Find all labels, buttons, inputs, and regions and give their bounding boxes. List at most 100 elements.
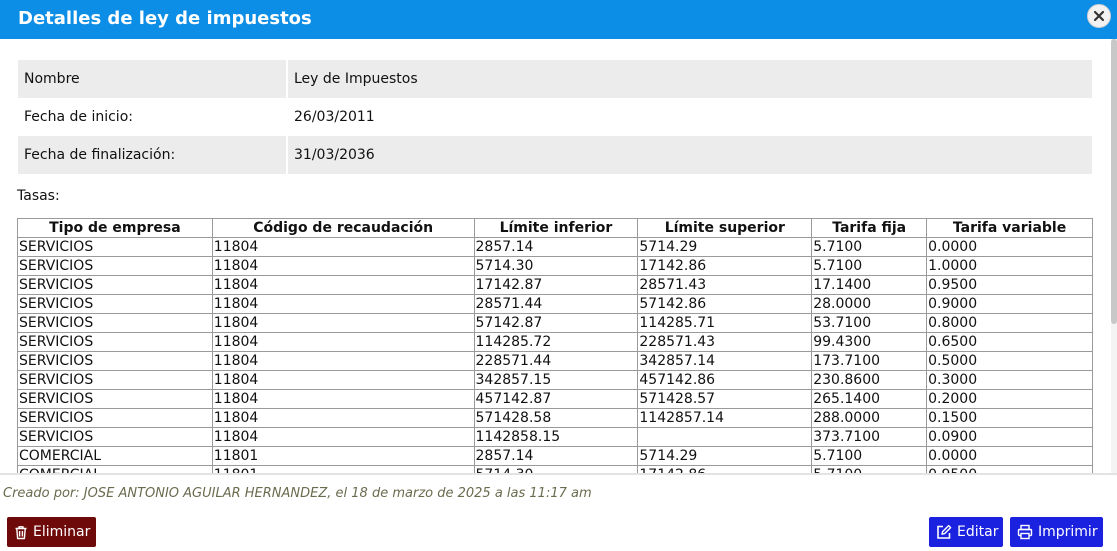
- table-row: SERVICIOS 11804 57142.87 114285.71 53.7100 0.…: [17, 313, 1093, 333]
- table-cell: 11804: [211, 237, 475, 257]
- table-cell: 1142857.14: [637, 408, 813, 428]
- rates-header-row: Tipo de empresa Código de recaudación Lími…: [17, 218, 1093, 238]
- table-cell: 28571.43: [637, 275, 813, 295]
- rates-column-header: Tarifa variable: [926, 218, 1093, 238]
- table-cell: COMERCIAL: [17, 446, 213, 466]
- scrollbar-thumb[interactable]: [1111, 39, 1117, 324]
- table-cell: 0.0900: [926, 427, 1093, 447]
- table-cell: 53.7100: [811, 313, 928, 333]
- table-cell: 0.5000: [926, 351, 1093, 371]
- table-cell: SERVICIOS: [17, 313, 213, 333]
- table-cell: 342857.14: [637, 351, 813, 371]
- table-cell: SERVICIOS: [17, 370, 213, 390]
- table-cell: 11804: [211, 351, 475, 371]
- table-cell: SERVICIOS: [17, 389, 213, 409]
- delete-button-label: Eliminar: [33, 524, 91, 540]
- table-cell: 11804: [211, 408, 475, 428]
- table-row: COMERCIAL 11801 2857.14 5714.29 5.7100 0.0000: [17, 446, 1093, 466]
- table-cell: 11801: [211, 446, 475, 466]
- table-cell: 11804: [211, 332, 475, 352]
- table-row: COMERCIAL118015714.3017142.865.71000.950…: [17, 465, 1093, 473]
- table-cell: 571428.58: [473, 408, 639, 428]
- table-cell: 57142.87: [473, 313, 639, 333]
- dialog-title: Detalles de ley de impuestos: [18, 8, 312, 29]
- table-cell: 0.2000: [926, 389, 1093, 409]
- table-cell: 114285.72: [473, 332, 639, 352]
- table-cell: 0.0000: [926, 237, 1093, 257]
- table-cell: 2857.14: [473, 237, 639, 257]
- footer-divider: [0, 473, 1117, 475]
- print-button-label: Imprimir: [1038, 524, 1098, 540]
- creator-info: Creado por: JOSE ANTONIO AGUILAR HERNAND…: [3, 486, 592, 501]
- table-cell: 28571.44: [473, 294, 639, 314]
- table-cell: 342857.15: [473, 370, 639, 390]
- detail-value: 26/03/2011: [286, 98, 1092, 136]
- details-table: Nombre Ley de Impuestos Fecha de inicio:…: [18, 60, 1092, 174]
- rates-column-header: Tipo de empresa: [17, 218, 213, 238]
- detail-row-start-date: Fecha de inicio: 26/03/2011: [18, 98, 1092, 136]
- table-cell: 0.6500: [926, 332, 1093, 352]
- detail-row-end-date: Fecha de finalización: 31/03/2036: [18, 136, 1092, 174]
- table-row: SERVICIOS 11804 571428.58 1142857.14 288.000…: [17, 408, 1093, 428]
- table-cell: 11804: [211, 313, 475, 333]
- edit-button[interactable]: Editar: [929, 517, 1003, 547]
- table-cell: [637, 427, 813, 447]
- table-cell: 5714.30: [473, 465, 639, 473]
- table-row: SERVICIOS 11804 228571.44 342857.14 173.7100…: [17, 351, 1093, 371]
- table-cell: 457142.86: [637, 370, 813, 390]
- table-cell: 5.7100: [811, 446, 928, 466]
- table-cell: 99.4300: [811, 332, 928, 352]
- print-button[interactable]: Imprimir: [1010, 517, 1103, 547]
- delete-button[interactable]: Eliminar: [7, 517, 96, 547]
- table-cell: 11804: [211, 294, 475, 314]
- table-cell: SERVICIOS: [17, 332, 213, 352]
- table-cell: 5714.30: [473, 256, 639, 276]
- table-cell: 228571.43: [637, 332, 813, 352]
- table-cell: 230.8600: [811, 370, 928, 390]
- rates-label: Tasas:: [17, 188, 60, 204]
- table-cell: COMERCIAL: [17, 465, 213, 473]
- detail-value: Ley de Impuestos: [286, 60, 1092, 98]
- table-row: SERVICIOS 11804 1142858.15 373.7100 0.0900: [17, 427, 1093, 447]
- edit-icon: [937, 524, 952, 539]
- table-cell: 17142.86: [637, 465, 813, 473]
- table-cell: SERVICIOS: [17, 408, 213, 428]
- table-cell: SERVICIOS: [17, 427, 213, 447]
- table-cell: 0.9500: [926, 465, 1093, 473]
- table-cell: 28.0000: [811, 294, 928, 314]
- table-row: SERVICIOS 11804 2857.14 5714.29 5.7100 0.0000: [17, 237, 1093, 257]
- table-cell: 11804: [211, 275, 475, 295]
- table-cell: 0.9000: [926, 294, 1093, 314]
- table-cell: 228571.44: [473, 351, 639, 371]
- rates-body: SERVICIOS 11804 2857.14 5714.29 5.7100 0.0000…: [17, 237, 1093, 473]
- table-row: SERVICIOS 11804 5714.30 17142.86 5.7100 1.000…: [17, 256, 1093, 276]
- table-cell: SERVICIOS: [17, 351, 213, 371]
- table-cell: SERVICIOS: [17, 294, 213, 314]
- table-cell: SERVICIOS: [17, 256, 213, 276]
- table-cell: 17142.87: [473, 275, 639, 295]
- dialog-body[interactable]: Nombre Ley de Impuestos Fecha de inicio:…: [0, 39, 1117, 473]
- close-button[interactable]: [1087, 4, 1111, 28]
- detail-key: Nombre: [18, 60, 286, 98]
- table-cell: 0.0000: [926, 446, 1093, 466]
- table-cell: 114285.71: [637, 313, 813, 333]
- table-cell: SERVICIOS: [17, 237, 213, 257]
- table-cell: 571428.57: [637, 389, 813, 409]
- table-cell: 373.7100: [811, 427, 928, 447]
- table-cell: 288.0000: [811, 408, 928, 428]
- table-cell: 17142.86: [637, 256, 813, 276]
- rates-column-header: Límite inferior: [473, 218, 639, 238]
- rates-column-header: Tarifa fija: [811, 218, 928, 238]
- close-icon: [1093, 10, 1105, 22]
- rates-column-header: Límite superior: [637, 218, 813, 238]
- printer-icon: [1017, 524, 1033, 540]
- table-cell: 11804: [211, 427, 475, 447]
- table-cell: 11804: [211, 370, 475, 390]
- table-cell: 1.0000: [926, 256, 1093, 276]
- table-cell: 0.3000: [926, 370, 1093, 390]
- table-cell: 173.7100: [811, 351, 928, 371]
- table-cell: SERVICIOS: [17, 275, 213, 295]
- table-row: SERVICIOS 11804 114285.72 228571.43 99.4300 0…: [17, 332, 1093, 352]
- table-cell: 5714.29: [637, 446, 813, 466]
- table-cell: 265.1400: [811, 389, 928, 409]
